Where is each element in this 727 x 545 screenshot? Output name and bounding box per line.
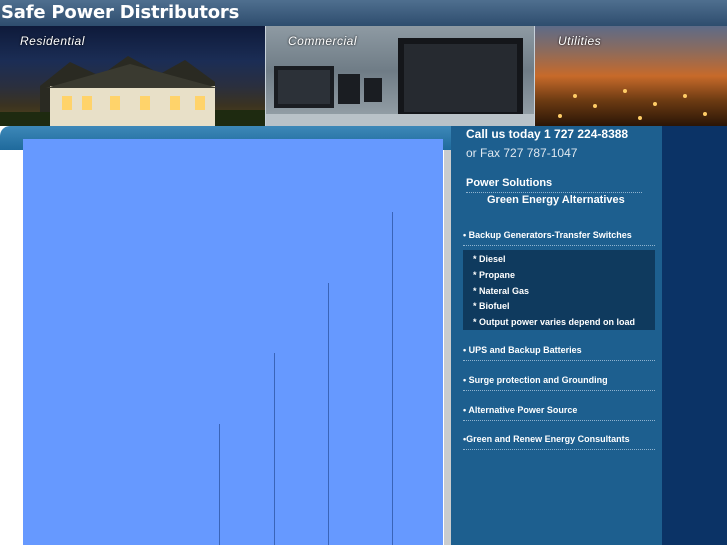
divider <box>466 192 642 193</box>
nav-backup-generators[interactable]: • Backup Generators-Transfer Switches <box>463 230 632 240</box>
divider <box>463 449 655 450</box>
submenu-item-natural-gas[interactable]: * Nateral Gas <box>473 286 529 296</box>
submenu-item-output-note[interactable]: * Output power varies depend on load <box>473 317 635 327</box>
content-scroll-strip <box>444 150 451 545</box>
nav-green-consultants[interactable]: •Green and Renew Energy Consultants <box>463 434 630 444</box>
submenu-item-propane[interactable]: * Propane <box>473 270 515 280</box>
contact-phone: Call us today 1 727 224-8388 <box>466 127 629 141</box>
utilities-label[interactable]: Utilities <box>558 34 601 48</box>
sidebar-edge <box>662 126 727 545</box>
nav-alternative-power[interactable]: • Alternative Power Source <box>463 405 577 415</box>
placeholder-line <box>328 283 329 545</box>
commercial-label[interactable]: Commercial <box>288 34 357 48</box>
placeholder-line <box>219 424 220 545</box>
nav-surge-protection[interactable]: • Surge protection and Grounding <box>463 375 608 385</box>
submenu-item-diesel[interactable]: * Diesel <box>473 254 506 264</box>
residential-banner[interactable]: Residential <box>0 26 265 126</box>
divider <box>463 390 655 391</box>
divider <box>463 360 655 361</box>
divider <box>463 420 655 421</box>
commercial-banner[interactable]: Commercial <box>266 26 534 126</box>
divider <box>463 245 655 246</box>
nav-ups-batteries[interactable]: • UPS and Backup Batteries <box>463 345 582 355</box>
header-bar: Safe Power Distributors <box>0 0 727 26</box>
submenu-item-biofuel[interactable]: * Biofuel <box>473 301 510 311</box>
site-title[interactable]: Safe Power Distributors <box>1 2 239 23</box>
content-placeholder-box <box>23 139 443 545</box>
placeholder-line <box>392 212 393 545</box>
nav-power-solutions[interactable]: Power Solutions <box>466 177 552 189</box>
placeholder-line <box>274 353 275 545</box>
contact-fax: or Fax 727 787-1047 <box>466 146 578 160</box>
utilities-banner[interactable]: Utilities <box>535 26 727 126</box>
residential-label[interactable]: Residential <box>20 34 85 48</box>
nav-green-energy[interactable]: Green Energy Alternatives <box>487 194 625 206</box>
